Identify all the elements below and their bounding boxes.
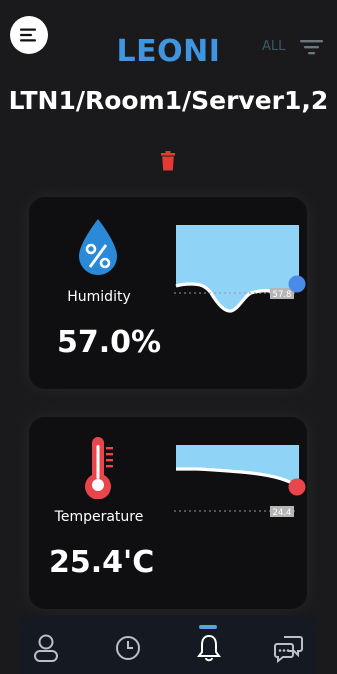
humidity-card[interactable]: Humidity 57.0% 57.8 [29,197,307,389]
trash-icon[interactable] [159,151,177,171]
temperature-card[interactable]: Temperature 25.4'C 24.4 [29,417,307,609]
water-drop-percent-icon [79,219,117,275]
humidity-current-marker [288,275,306,293]
active-tab-indicator [199,625,217,629]
humidity-value: 57.0% [57,325,162,360]
bell-icon[interactable] [195,633,223,663]
thermometer-icon [85,437,113,499]
filter-all-label[interactable]: ALL [262,39,285,54]
clock-icon[interactable] [114,633,142,663]
humidity-label: Humidity [67,289,131,305]
temperature-sparkline: 24.4 [174,445,306,518]
humidity-threshold-label: 57.8 [273,290,292,300]
location-path-title: LTN1/Room1/Server1,2 [8,86,329,115]
humidity-sparkline: 57.8 [174,225,306,313]
brand-title: LEONI [116,34,221,69]
person-icon[interactable] [32,633,60,663]
temperature-label: Temperature [54,509,144,525]
temperature-value: 25.4'C [49,545,155,580]
filter-icon[interactable] [299,38,325,56]
temperature-threshold-label: 24.4 [273,508,292,518]
bottom-navigation [18,615,318,674]
temperature-current-marker [288,478,306,496]
chat-bubbles-icon[interactable] [274,633,304,663]
